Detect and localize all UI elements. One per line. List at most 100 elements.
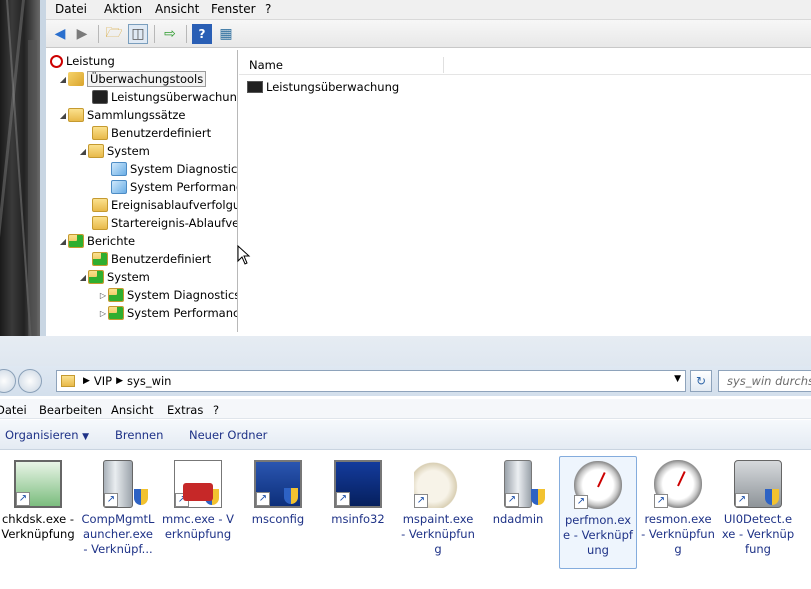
performance-icon <box>50 54 63 68</box>
forward-icon[interactable]: ▶ <box>72 24 92 44</box>
chkdsk-icon: ↗ <box>14 460 62 508</box>
tree-item-startereignis[interactable]: Startereignis-Ablaufver <box>92 214 237 232</box>
report-icon <box>68 234 84 248</box>
search-input[interactable]: sys_win durchsu <box>718 370 811 392</box>
gauge-needle <box>597 472 606 488</box>
tree-item-berichte[interactable]: ◢ Berichte <box>58 232 135 250</box>
desktop-streak <box>28 40 37 340</box>
refresh-icon[interactable]: ↻ <box>690 370 712 392</box>
burn-button[interactable]: Brennen <box>115 428 163 442</box>
menu-ansicht[interactable]: Ansicht <box>155 2 199 16</box>
tree-item-label: Benutzerdefiniert <box>111 252 212 266</box>
show-hide-tree-icon[interactable]: ◫ <box>128 24 148 44</box>
shortcut-arrow-icon: ↗ <box>256 492 270 506</box>
file-name: ndadmin <box>492 512 544 526</box>
menu-ansicht[interactable]: Ansicht <box>111 403 153 417</box>
tree-item-label: Ereignisablaufverfolgur <box>111 198 238 212</box>
msconfig-icon: ↗ <box>254 460 302 508</box>
export-list-icon[interactable]: ⇨ <box>160 24 180 44</box>
menu-help[interactable]: ? <box>265 2 271 16</box>
list-item[interactable]: Leistungsüberwachung <box>247 79 399 95</box>
tree-item-leistung[interactable]: Leistung <box>50 52 115 70</box>
tree-item-system-performance[interactable]: System Performanc <box>111 178 238 196</box>
monitor-icon <box>247 81 263 93</box>
properties-icon[interactable]: ▦ <box>216 24 236 44</box>
file-item-ndadmin[interactable]: ↗ ndadmin <box>479 456 557 569</box>
tree-item-label: Überwachungstools <box>87 71 207 87</box>
help-icon[interactable]: ? <box>192 24 212 44</box>
breadcrumb-arrow-icon[interactable]: ▶ <box>116 376 123 386</box>
menu-datei[interactable]: Datei <box>0 403 27 417</box>
up-folder-icon[interactable]: 🗁 <box>104 24 124 44</box>
toolbar-separator <box>154 25 155 43</box>
shortcut-arrow-icon: ↗ <box>414 494 428 508</box>
expanded-arrow-icon[interactable]: ◢ <box>58 111 68 120</box>
shortcut-arrow-icon: ↗ <box>654 494 668 508</box>
report-icon <box>108 288 124 302</box>
window-title-area <box>0 336 811 366</box>
forward-button[interactable] <box>18 369 42 393</box>
shortcut-arrow-icon: ↗ <box>336 492 350 506</box>
address-bar[interactable]: ▶ VIP ▶ sys_win ▼ <box>56 370 686 392</box>
menu-help[interactable]: ? <box>213 403 219 417</box>
report-icon <box>88 270 104 284</box>
breadcrumb-arrow-icon[interactable]: ▶ <box>83 376 90 386</box>
menu-bar: Datei Aktion Ansicht Fenster ? <box>46 0 811 20</box>
shortcut-arrow-icon: ↗ <box>574 495 588 509</box>
back-button[interactable] <box>0 369 16 393</box>
back-icon[interactable]: ◀ <box>50 24 70 44</box>
tree-item-label: Sammlungssätze <box>87 108 186 122</box>
breadcrumb-sys-win[interactable]: sys_win <box>127 374 171 388</box>
collapsed-arrow-icon[interactable]: ▷ <box>98 309 108 318</box>
file-item-perfmon[interactable]: ↗ perfmon.exe - Verknüpfung <box>559 456 637 569</box>
menu-bearbeiten[interactable]: Bearbeiten <box>39 403 102 417</box>
tree-item-ereignisablaufverfolgung[interactable]: Ereignisablaufverfolgur <box>92 196 238 214</box>
menu-datei[interactable]: Datei <box>55 2 87 16</box>
chevron-down-icon[interactable]: ▼ <box>674 374 681 384</box>
tree-item-report-system-performance[interactable]: ▷ System Performanc <box>98 304 237 322</box>
file-name: mmc.exe - Verknüpfung <box>161 512 235 541</box>
file-item-ui0detect[interactable]: ↗ UI0Detect.exe - Verknüpfung <box>719 456 797 569</box>
file-item-resmon[interactable]: ↗ resmon.exe - Verknüpfung <box>639 456 717 569</box>
menu-aktion[interactable]: Aktion <box>104 2 142 16</box>
tree-item-report-system-diagnostics[interactable]: ▷ System Diagnostics <box>98 286 237 304</box>
file-item-chkdsk[interactable]: ↗ chkdsk.exe - Verknüpfung <box>0 456 77 569</box>
organize-button[interactable]: Organisieren ▼ <box>5 428 89 442</box>
expanded-arrow-icon[interactable]: ◢ <box>58 75 68 84</box>
tree-item-label: System Performanc <box>130 180 238 194</box>
toolbar-separator <box>186 25 187 43</box>
collapsed-arrow-icon[interactable]: ▷ <box>98 291 108 300</box>
column-divider[interactable] <box>443 57 444 73</box>
tree-item-ueberwachungstools[interactable]: ◢ Überwachungstools <box>58 70 207 88</box>
tree-item-leistungsueberwachung[interactable]: Leistungsüberwachung <box>92 88 237 106</box>
expanded-arrow-icon[interactable]: ◢ <box>78 273 88 282</box>
menu-fenster[interactable]: Fenster <box>211 2 256 16</box>
expanded-arrow-icon[interactable]: ◢ <box>78 147 88 156</box>
breadcrumb-vip[interactable]: VIP <box>94 374 112 388</box>
file-item-mspaint[interactable]: ↗ mspaint.exe - Verknüpfung <box>399 456 477 569</box>
tree-item-berichte-benutzerdefiniert[interactable]: Benutzerdefiniert <box>92 250 211 268</box>
file-item-mmc[interactable]: ↗ mmc.exe - Verknüpfung <box>159 456 237 569</box>
ui0detect-icon: ↗ <box>734 460 782 508</box>
new-folder-button[interactable]: Neuer Ordner <box>189 428 267 442</box>
explorer-window: ▶ VIP ▶ sys_win ▼ ↻ sys_win durchsu Date… <box>0 366 811 589</box>
list-header: Name <box>239 55 811 75</box>
file-item-msinfo32[interactable]: ↗ msinfo32 <box>319 456 397 569</box>
tree-item-benutzerdefiniert[interactable]: Benutzerdefiniert <box>92 124 211 142</box>
menu-extras[interactable]: Extras <box>167 403 203 417</box>
shortcut-arrow-icon: ↗ <box>175 493 189 507</box>
tree-item-label: Berichte <box>87 234 136 248</box>
tree-item-sammlungssaetze[interactable]: ◢ Sammlungssätze <box>58 106 185 124</box>
uac-shield-icon <box>531 489 545 505</box>
uac-shield-icon <box>284 488 298 504</box>
report-icon <box>108 306 124 320</box>
file-item-msconfig[interactable]: ↗ msconfig <box>239 456 317 569</box>
expanded-arrow-icon[interactable]: ◢ <box>58 237 68 246</box>
tree-item-system-diagnostics[interactable]: System Diagnostics <box>111 160 237 178</box>
tree-item-system[interactable]: ◢ System <box>78 142 150 160</box>
file-item-compmgmtlauncher[interactable]: ↗ CompMgmtLauncher.exe - Verknüpf... <box>79 456 157 569</box>
msinfo-icon: ↗ <box>334 460 382 508</box>
column-header-name[interactable]: Name <box>249 58 283 72</box>
tree-item-berichte-system[interactable]: ◢ System <box>78 268 150 286</box>
monitor-icon <box>92 90 108 104</box>
